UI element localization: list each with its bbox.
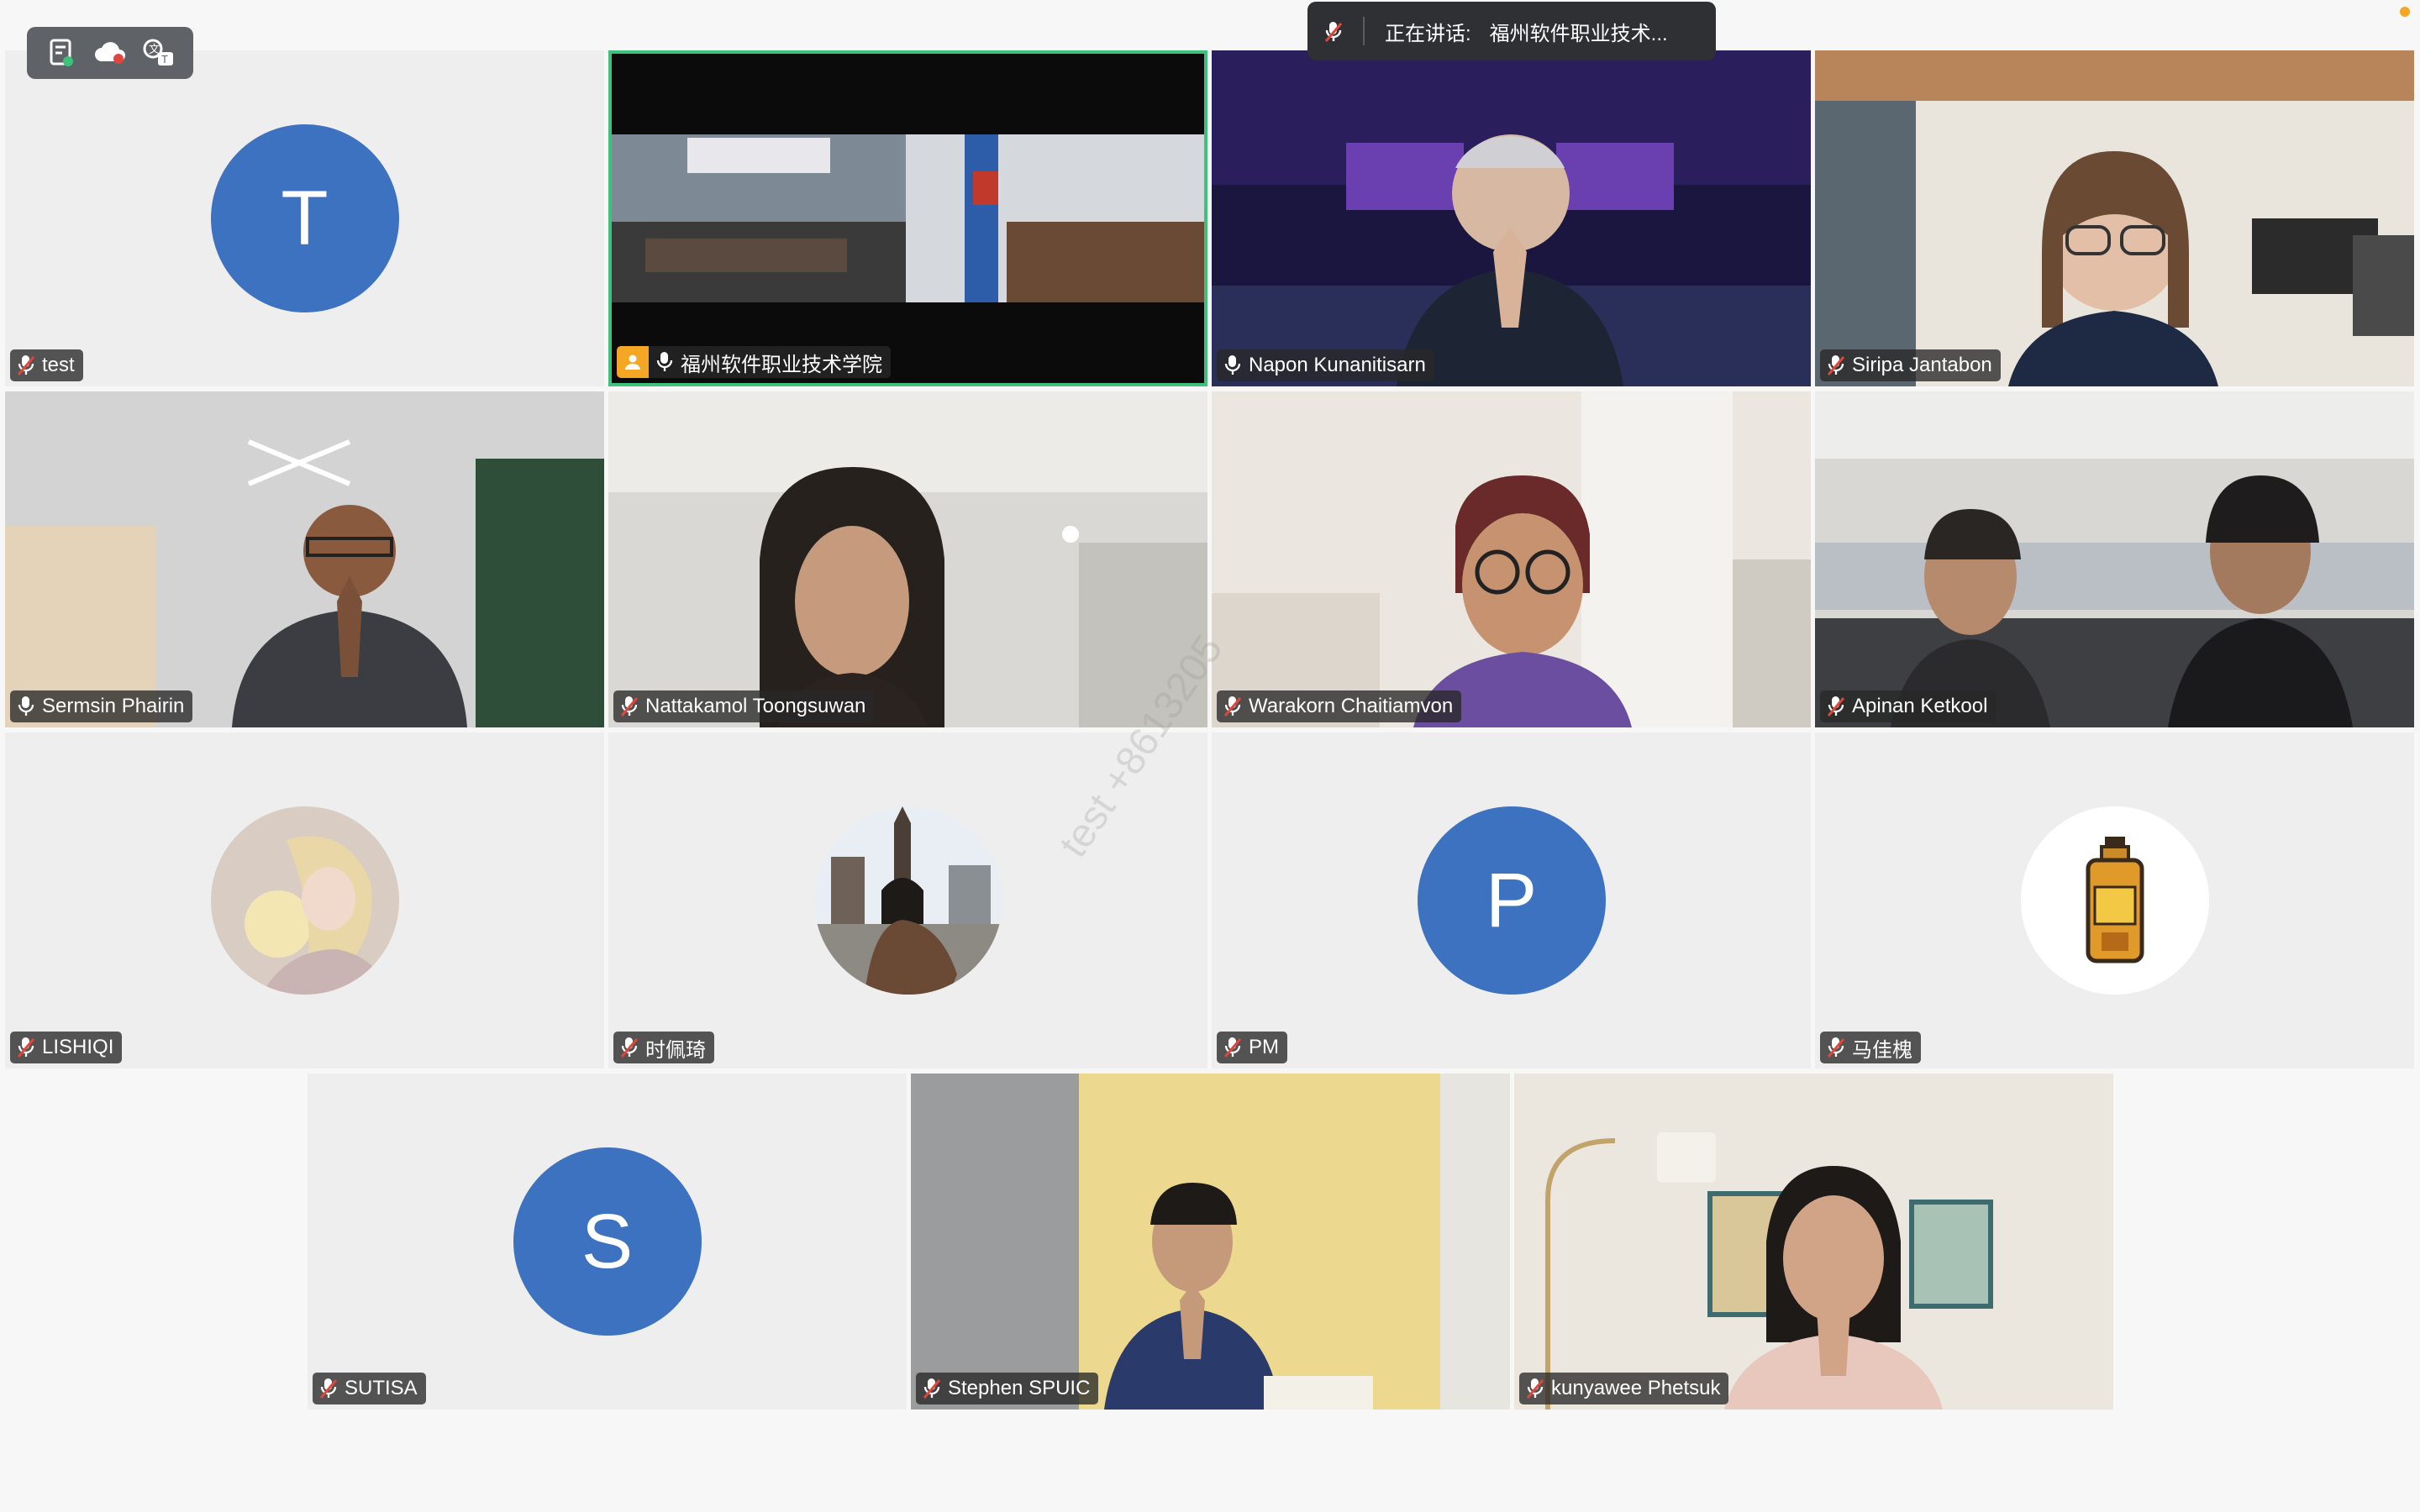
video-feed — [5, 391, 604, 727]
participant-name: Sermsin Phairin — [42, 695, 185, 717]
avatar — [210, 806, 399, 995]
participant-name: Stephen SPUIC — [948, 1377, 1091, 1399]
meeting-toolbar: 文T — [27, 27, 193, 79]
mic-muted-icon — [1827, 354, 1845, 376]
participant-tile-pm[interactable]: P PM — [1212, 732, 1811, 1068]
mic-muted-icon — [1827, 1037, 1845, 1058]
name-tag: Sermsin Phairin — [10, 690, 193, 722]
participant-name: LISHIQI — [42, 1036, 114, 1058]
mic-muted-icon — [1223, 696, 1242, 717]
video-feed — [608, 391, 1207, 727]
name-tag: 福州软件职业技术学院 — [617, 346, 891, 378]
mic-muted-icon[interactable] — [1324, 20, 1343, 42]
video-feed — [911, 1074, 1510, 1410]
participant-tile-stephen[interactable]: Stephen SPUIC — [911, 1074, 1510, 1410]
participant-name: test — [42, 354, 75, 376]
participant-tile-kunyawee[interactable]: kunyawee Phetsuk — [1514, 1074, 2113, 1410]
avatar: P — [1417, 806, 1606, 995]
participant-tile-shipeiqi[interactable]: 时佩琦 — [608, 732, 1207, 1068]
participant-name: Apinan Ketkool — [1852, 695, 1988, 717]
participant-name: SUTISA — [345, 1377, 418, 1399]
avatar — [2020, 806, 2209, 995]
name-tag: Stephen SPUIC — [916, 1373, 1099, 1404]
name-tag: Siripa Jantabon — [1820, 349, 2001, 381]
participant-name: Napon Kunanitisarn — [1249, 354, 1426, 376]
mic-muted-icon — [1526, 1378, 1544, 1399]
participant-name: 时佩琦 — [645, 1038, 706, 1062]
svg-text:文: 文 — [149, 43, 160, 55]
participant-name: Warakorn Chaitiamvon — [1249, 695, 1454, 717]
participant-tile-sermsin[interactable]: Sermsin Phairin — [5, 391, 604, 727]
mic-muted-icon — [1827, 696, 1845, 717]
mic-icon — [17, 696, 35, 717]
participant-tile-warakorn[interactable]: Warakorn Chaitiamvon — [1212, 391, 1811, 727]
name-tag: 时佩琦 — [613, 1032, 714, 1063]
document-icon[interactable] — [45, 36, 78, 70]
avatar: T — [210, 124, 399, 312]
name-tag: SUTISA — [313, 1373, 426, 1404]
participant-name: Siripa Jantabon — [1852, 354, 1992, 376]
name-tag: PM — [1217, 1032, 1287, 1063]
video-feed — [1514, 1074, 2113, 1410]
name-tag: LISHIQI — [10, 1032, 123, 1063]
mic-muted-icon — [17, 354, 35, 376]
video-feed — [1212, 391, 1811, 727]
participant-tile-apinan[interactable]: Apinan Ketkool — [1815, 391, 2414, 727]
participant-name: kunyawee Phetsuk — [1551, 1377, 1721, 1399]
participant-tile-lishiqi[interactable]: LISHIQI — [5, 732, 604, 1068]
avatar — [813, 806, 1002, 995]
speaking-label: 正在讲话: — [1385, 22, 1471, 45]
mic-muted-icon — [1223, 1037, 1242, 1058]
name-tag: test — [10, 349, 83, 381]
mic-muted-icon — [620, 696, 639, 717]
participant-tile-majiahuai[interactable]: 马佳槐 — [1815, 732, 2414, 1068]
mic-icon — [1223, 354, 1242, 376]
participant-name: 福州软件职业技术学院 — [681, 353, 882, 376]
video-feed — [1212, 50, 1811, 386]
speaking-indicator: 正在讲话: 福州软件职业技术... — [1307, 2, 1716, 60]
speaking-name: 福州软件职业技术... — [1489, 22, 1668, 45]
participant-tile-napon[interactable]: Napon Kunanitisarn — [1212, 50, 1811, 386]
avatar: S — [513, 1147, 702, 1336]
cloud-record-icon[interactable] — [93, 36, 127, 70]
participant-name: 马佳槐 — [1852, 1038, 1912, 1062]
participant-tile-nattakamol[interactable]: Nattakamol Toongsuwan — [608, 391, 1207, 727]
name-tag: Warakorn Chaitiamvon — [1217, 690, 1462, 722]
name-tag: 马佳槐 — [1820, 1032, 1921, 1063]
mic-muted-icon — [319, 1378, 338, 1399]
participant-tile-test[interactable]: T test — [5, 50, 604, 386]
name-tag: Apinan Ketkool — [1820, 690, 1996, 722]
status-dot — [2400, 7, 2410, 17]
mic-muted-icon — [620, 1037, 639, 1058]
video-feed — [1815, 50, 2414, 386]
participant-name: PM — [1249, 1036, 1279, 1058]
host-icon — [617, 346, 649, 378]
name-tag: Nattakamol Toongsuwan — [613, 690, 875, 722]
name-tag: Napon Kunanitisarn — [1217, 349, 1434, 381]
mic-icon — [655, 351, 674, 373]
participant-tile-fzsvc[interactable]: 福州软件职业技术学院 — [608, 50, 1207, 386]
name-tag: kunyawee Phetsuk — [1519, 1373, 1729, 1404]
divider — [1363, 17, 1365, 45]
translate-icon[interactable]: 文T — [142, 36, 176, 70]
video-feed — [612, 54, 1204, 383]
mic-muted-icon — [17, 1037, 35, 1058]
participant-name: Nattakamol Toongsuwan — [645, 695, 866, 717]
meeting-gallery-view: 文T 正在讲话: 福州软件职业技术... T test 福州软件职业技术学院 N… — [0, 0, 2420, 1512]
svg-text:T: T — [161, 53, 168, 66]
video-feed — [1815, 391, 2414, 727]
participant-tile-sutisa[interactable]: S SUTISA — [308, 1074, 907, 1410]
participant-tile-siripa[interactable]: Siripa Jantabon — [1815, 50, 2414, 386]
mic-muted-icon — [923, 1378, 941, 1399]
